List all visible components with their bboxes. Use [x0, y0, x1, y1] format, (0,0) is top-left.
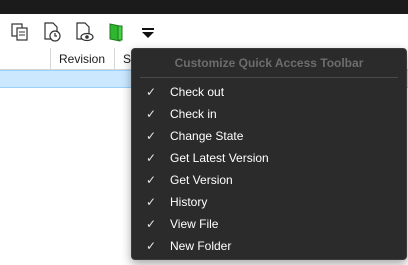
menu-item-check-out[interactable]: ✓ Check out: [136, 81, 402, 103]
checkmark-icon: ✓: [145, 173, 157, 187]
menu-item-label: History: [170, 195, 208, 209]
menu-item-get-version[interactable]: ✓ Get Version: [136, 169, 402, 191]
menu-item-label: Change State: [170, 129, 244, 143]
checkmark-icon: ✓: [145, 217, 157, 231]
menu-item-label: Check in: [170, 107, 217, 121]
checkmark-icon: ✓: [145, 107, 157, 121]
menu-item-check-in[interactable]: ✓ Check in: [136, 103, 402, 125]
menu-separator: [140, 77, 398, 78]
menu-item-new-folder[interactable]: ✓ New Folder: [136, 235, 402, 257]
document-history-icon[interactable]: [40, 20, 64, 44]
menu-item-label: View File: [170, 217, 219, 231]
column-header-revision[interactable]: Revision: [51, 48, 105, 70]
menu-item-history[interactable]: ✓ History: [136, 191, 402, 213]
quick-access-toolbar: [0, 14, 408, 48]
menu-item-label: Get Version: [170, 173, 233, 187]
document-view-icon[interactable]: [72, 20, 96, 44]
new-folder-icon[interactable]: [104, 20, 128, 44]
customize-dropdown-icon[interactable]: [136, 20, 160, 44]
checkmark-icon: ✓: [145, 151, 157, 165]
menu-item-get-latest-version[interactable]: ✓ Get Latest Version: [136, 147, 402, 169]
checkmark-icon: ✓: [145, 85, 157, 99]
checkmark-icon: ✓: [145, 129, 157, 143]
window-top-bar: [0, 0, 408, 14]
menu-item-label: Get Latest Version: [170, 151, 269, 165]
checkmark-icon: ✓: [145, 195, 157, 209]
menu-item-view-file[interactable]: ✓ View File: [136, 213, 402, 235]
menu-item-label: Check out: [170, 85, 225, 99]
menu-item-change-state[interactable]: ✓ Change State: [136, 125, 402, 147]
copy-files-icon[interactable]: [8, 20, 32, 44]
menu-header: Customize Quick Access Toolbar: [174, 56, 364, 70]
menu-item-label: New Folder: [170, 239, 232, 253]
checkmark-icon: ✓: [145, 239, 157, 253]
customize-quick-access-menu: Customize Quick Access Toolbar ✓ Check o…: [131, 48, 407, 260]
